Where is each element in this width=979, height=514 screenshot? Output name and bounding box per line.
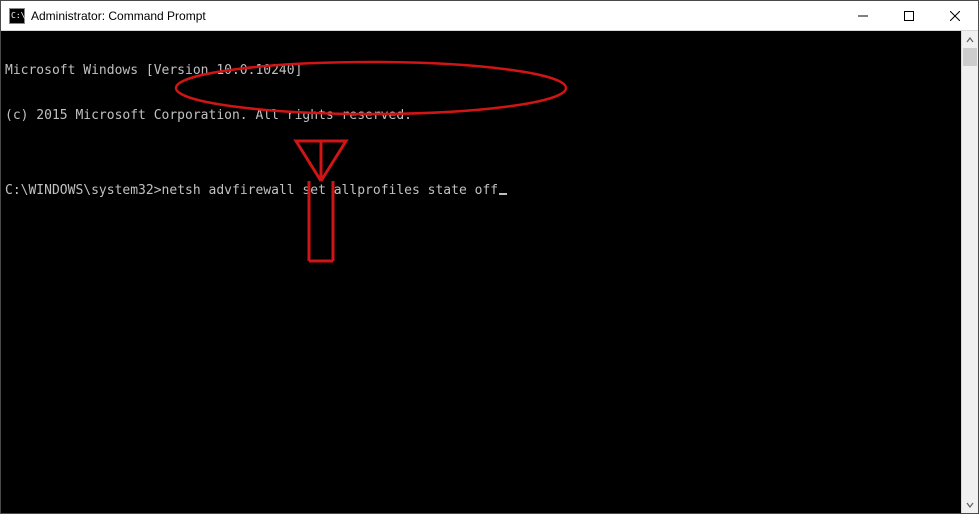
svg-text:C:\: C:\ (11, 11, 25, 20)
typed-command: netsh advfirewall set allprofiles state … (162, 183, 499, 198)
titlebar[interactable]: C:\ Administrator: Command Prompt (1, 1, 978, 31)
maximize-icon (904, 11, 914, 21)
scroll-down-button[interactable] (962, 496, 978, 513)
window-title: Administrator: Command Prompt (31, 9, 206, 23)
prompt-line: C:\WINDOWS\system32>netsh advfirewall se… (5, 183, 957, 198)
maximize-button[interactable] (886, 1, 932, 31)
cursor (499, 193, 507, 195)
scroll-up-button[interactable] (962, 31, 978, 48)
cmd-icon: C:\ (9, 8, 25, 24)
minimize-icon (858, 11, 868, 21)
copyright-line: (c) 2015 Microsoft Corporation. All righ… (5, 108, 957, 123)
chevron-down-icon (966, 501, 974, 509)
client-area: Microsoft Windows [Version 10.0.10240] (… (1, 31, 978, 513)
scroll-thumb[interactable] (963, 48, 977, 66)
close-icon (950, 11, 960, 21)
version-line: Microsoft Windows [Version 10.0.10240] (5, 63, 957, 78)
close-button[interactable] (932, 1, 978, 31)
console-output[interactable]: Microsoft Windows [Version 10.0.10240] (… (1, 31, 961, 513)
vertical-scrollbar[interactable] (961, 31, 978, 513)
annotation-arrow (296, 141, 346, 261)
chevron-up-icon (966, 36, 974, 44)
prompt-path: C:\WINDOWS\system32> (5, 183, 162, 198)
command-prompt-window: C:\ Administrator: Command Prompt Micros… (0, 0, 979, 514)
minimize-button[interactable] (840, 1, 886, 31)
scroll-track[interactable] (962, 48, 978, 496)
